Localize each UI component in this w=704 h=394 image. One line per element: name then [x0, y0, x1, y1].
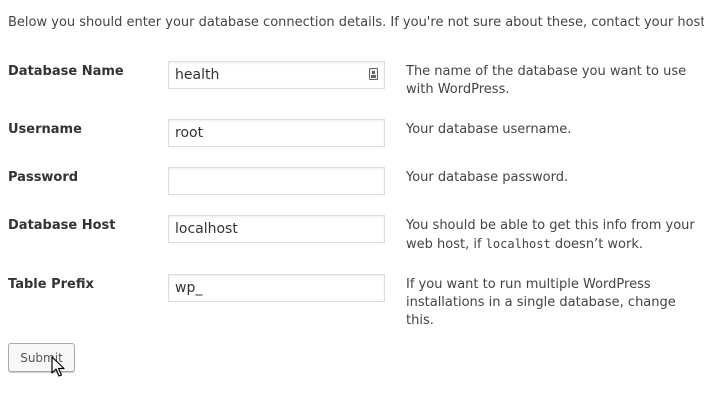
- localhost-code: localhost: [485, 237, 551, 251]
- database-name-field-wrapper: [168, 61, 385, 89]
- database-name-input[interactable]: [168, 61, 385, 89]
- password-input[interactable]: [168, 167, 385, 195]
- username-label: Username: [8, 122, 82, 137]
- password-description: Your database password.: [406, 170, 569, 185]
- table-prefix-input[interactable]: [168, 274, 385, 302]
- password-label: Password: [8, 170, 79, 185]
- database-host-description-tail: doesn’t work.: [554, 237, 644, 252]
- username-input[interactable]: [168, 119, 385, 147]
- keyboard-icon[interactable]: [369, 68, 378, 80]
- database-name-label: Database Name: [8, 64, 124, 79]
- mouse-pointer-icon: [51, 356, 65, 377]
- table-prefix-description: If you want to run multiple WordPress in…: [406, 277, 676, 328]
- database-host-description: You should be able to get this info from…: [406, 217, 702, 254]
- database-name-description: The name of the database you want to use…: [406, 64, 687, 97]
- username-description: Your database username.: [406, 122, 572, 137]
- database-host-description-text: You should be able to get this info from…: [406, 218, 695, 252]
- table-prefix-label: Table Prefix: [8, 277, 94, 292]
- database-host-label: Database Host: [8, 218, 116, 233]
- database-host-input[interactable]: [168, 215, 385, 243]
- setup-intro-text: Below you should enter your database con…: [8, 15, 704, 30]
